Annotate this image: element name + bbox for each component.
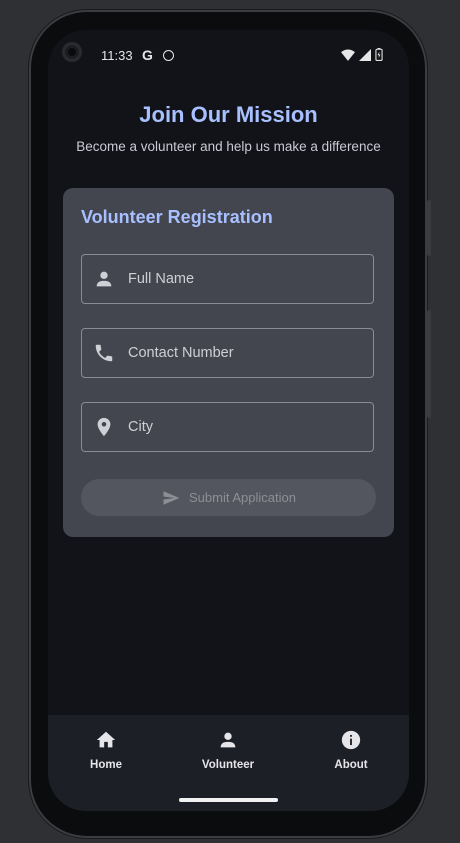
battery-icon bbox=[375, 48, 383, 61]
nav-label-home: Home bbox=[90, 759, 122, 771]
registration-card: Volunteer Registration Submit App bbox=[63, 188, 394, 537]
nav-label-volunteer: Volunteer bbox=[201, 759, 255, 771]
person-icon bbox=[96, 271, 112, 287]
google-icon: G bbox=[142, 47, 153, 63]
signal-icon bbox=[359, 48, 371, 61]
front-camera bbox=[62, 42, 82, 62]
status-time: 11:33 bbox=[101, 48, 133, 63]
send-icon bbox=[163, 490, 180, 505]
wifi-icon bbox=[341, 48, 355, 61]
submit-application-button[interactable]: Submit Application bbox=[81, 479, 376, 516]
app-screen: 11:33 G Join Our Mission Become a volunt… bbox=[48, 30, 409, 811]
contact-number-field[interactable] bbox=[81, 328, 374, 378]
person-icon bbox=[220, 732, 236, 748]
home-indicator[interactable] bbox=[179, 798, 278, 802]
page-title: Join Our Mission bbox=[139, 102, 318, 127]
info-icon bbox=[341, 730, 361, 750]
card-title: Volunteer Registration bbox=[81, 207, 273, 227]
city-field[interactable] bbox=[81, 402, 374, 452]
nav-item-about[interactable]: About bbox=[296, 729, 406, 781]
phone-icon bbox=[95, 344, 113, 362]
volume-button bbox=[427, 200, 431, 256]
full-name-input[interactable] bbox=[128, 255, 368, 303]
city-input[interactable] bbox=[128, 403, 368, 451]
nav-item-home[interactable]: Home bbox=[51, 729, 161, 781]
contact-number-input[interactable] bbox=[128, 329, 368, 377]
home-icon bbox=[96, 731, 116, 748]
location-pin-icon bbox=[97, 417, 111, 437]
status-icons bbox=[341, 48, 383, 61]
nav-label-about: About bbox=[334, 759, 368, 771]
bottom-navigation: Home Volunteer About bbox=[48, 715, 409, 811]
power-button bbox=[427, 310, 431, 418]
face-icon bbox=[163, 50, 174, 61]
full-name-field[interactable] bbox=[81, 254, 374, 304]
page-subtitle: Become a volunteer and help us make a di… bbox=[76, 139, 381, 154]
submit-button-label: Submit Application bbox=[189, 490, 296, 505]
nav-item-volunteer[interactable]: Volunteer bbox=[173, 729, 283, 781]
status-bar: 11:33 G bbox=[48, 44, 409, 68]
